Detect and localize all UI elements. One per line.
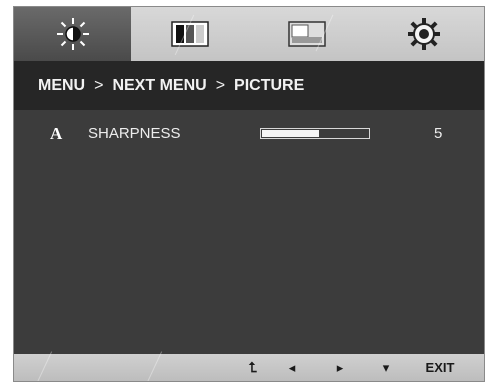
sharpness-setting-row[interactable]: A SHARPNESS 5 [14,122,484,146]
tab-color[interactable] [131,7,248,61]
breadcrumb-separator: > [94,76,104,94]
left-arrow-icon: ◂ [288,359,296,375]
glare-line [36,351,53,381]
breadcrumb-separator: > [215,76,226,94]
sharpness-slider-fill [262,130,320,137]
exit-button[interactable]: EXIT [410,354,470,381]
sharpness-value: 5 [434,125,443,142]
breadcrumb-menu: MENU [38,76,86,94]
tab-settings[interactable] [365,7,482,61]
breadcrumb-next-menu: NEXT MENU [112,76,207,94]
brightness-sun-icon [56,18,89,50]
tab-display[interactable] [248,7,365,61]
breadcrumb: MENU > NEXT MENU > PICTURE [14,61,484,110]
osd-tab-bar [14,7,484,61]
monitor-osd-menu: MENU > NEXT MENU > PICTURE A SHARPNESS 5… [13,6,485,382]
right-button[interactable]: ▸ [326,354,354,381]
back-icon: ⮤ [248,359,258,375]
osd-button-bar: ⮤ ◂ ▸ ▾ EXIT [14,351,484,381]
settings-gear-icon [407,18,440,50]
glare-line [146,351,163,381]
display-layout-icon [287,21,326,47]
tab-brightness[interactable] [14,7,131,61]
sharpness-letter-icon: A [50,124,63,143]
down-button[interactable]: ▾ [372,354,400,381]
back-button[interactable]: ⮤ [238,354,268,381]
down-arrow-icon: ▾ [382,359,390,375]
left-button[interactable]: ◂ [278,354,306,381]
right-arrow-icon: ▸ [336,359,344,375]
exit-label: EXIT [425,360,455,375]
breadcrumb-current: PICTURE [234,76,305,94]
sharpness-label: SHARPNESS [88,125,181,142]
sharpness-slider[interactable] [260,128,370,139]
